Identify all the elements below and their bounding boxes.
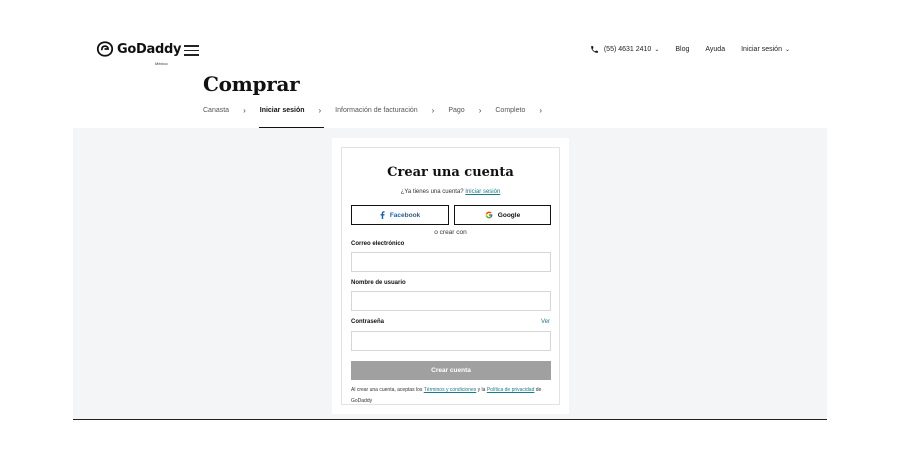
password-label: Contraseña (351, 319, 385, 325)
step-cart[interactable]: Canasta (203, 107, 229, 123)
sign-in-link[interactable]: Iniciar sesión (465, 189, 500, 195)
username-label: Nombre de usuario (351, 280, 406, 286)
step-separator: › (318, 106, 322, 115)
checkout-steps: Canasta › Iniciar sesión › Información d… (203, 106, 556, 129)
have-account-line: ¿Ya tienes una cuenta? Iniciar sesión (342, 189, 559, 195)
facebook-label: Facebook (389, 211, 421, 219)
nav-sign-in[interactable]: Iniciar sesión ⌄ (741, 46, 790, 53)
signup-card: Crear una cuenta ¿Ya tienes una cuenta? … (332, 138, 569, 414)
google-label: Google (497, 211, 521, 219)
have-account-text: ¿Ya tienes una cuenta? (400, 189, 464, 195)
step-separator: › (539, 106, 543, 115)
username-field[interactable] (351, 291, 551, 311)
phone-icon (590, 45, 599, 54)
step-separator: › (243, 106, 246, 115)
terms-and: y la (477, 387, 486, 393)
terms-text: Al crear una cuenta, aceptas los Término… (351, 385, 551, 407)
phone-menu[interactable]: (55) 4631 2410 ⌄ (590, 45, 660, 54)
email-label: Correo electrónico (351, 241, 405, 247)
phone-number: (55) 4631 2410 (603, 46, 652, 53)
logo-text: GoDaddy (117, 41, 182, 57)
page-title: Comprar (203, 72, 300, 96)
signup-form: Crear una cuenta ¿Ya tienes una cuenta? … (341, 147, 560, 405)
privacy-link[interactable]: Política de privacidad (487, 387, 535, 393)
godaddy-logo-icon (96, 41, 114, 57)
nav-sign-in-label: Iniciar sesión (741, 46, 782, 53)
terms-link[interactable]: Términos y condiciones (424, 387, 477, 393)
chevron-down-icon: ⌄ (654, 47, 660, 53)
form-title: Crear una cuenta (387, 165, 514, 180)
password-field[interactable] (351, 331, 551, 351)
google-button[interactable]: Google (454, 205, 551, 225)
step-payment[interactable]: Pago (448, 107, 464, 123)
step-separator: › (478, 106, 482, 115)
header: GoDaddy México (55) 4631 2410 ⌄ Blog Ayu… (0, 0, 900, 70)
menu-icon[interactable] (184, 45, 199, 56)
nav-help[interactable]: Ayuda (705, 46, 725, 53)
create-account-button[interactable]: Crear cuenta (351, 361, 551, 380)
email-field[interactable] (351, 252, 551, 272)
top-nav: (55) 4631 2410 ⌄ Blog Ayuda Iniciar sesi… (590, 45, 790, 54)
step-complete[interactable]: Completo (495, 107, 525, 123)
nav-blog[interactable]: Blog (675, 46, 689, 53)
step-billing[interactable]: Información de facturación (335, 107, 418, 123)
facebook-button[interactable]: Facebook (351, 205, 449, 225)
logo-region: México (155, 61, 168, 66)
terms-prefix: Al crear una cuenta, aceptas los (351, 387, 423, 393)
godaddy-logo[interactable]: GoDaddy (96, 40, 181, 58)
show-password-link[interactable]: Ver (541, 319, 550, 325)
step-separator: › (431, 106, 435, 115)
step-sign-in[interactable]: Iniciar sesión (258, 107, 324, 129)
chevron-down-icon: ⌄ (784, 47, 790, 53)
divider (73, 419, 827, 420)
or-create-text: o crear con (434, 229, 467, 236)
facebook-icon (380, 211, 385, 219)
google-icon (485, 211, 493, 219)
